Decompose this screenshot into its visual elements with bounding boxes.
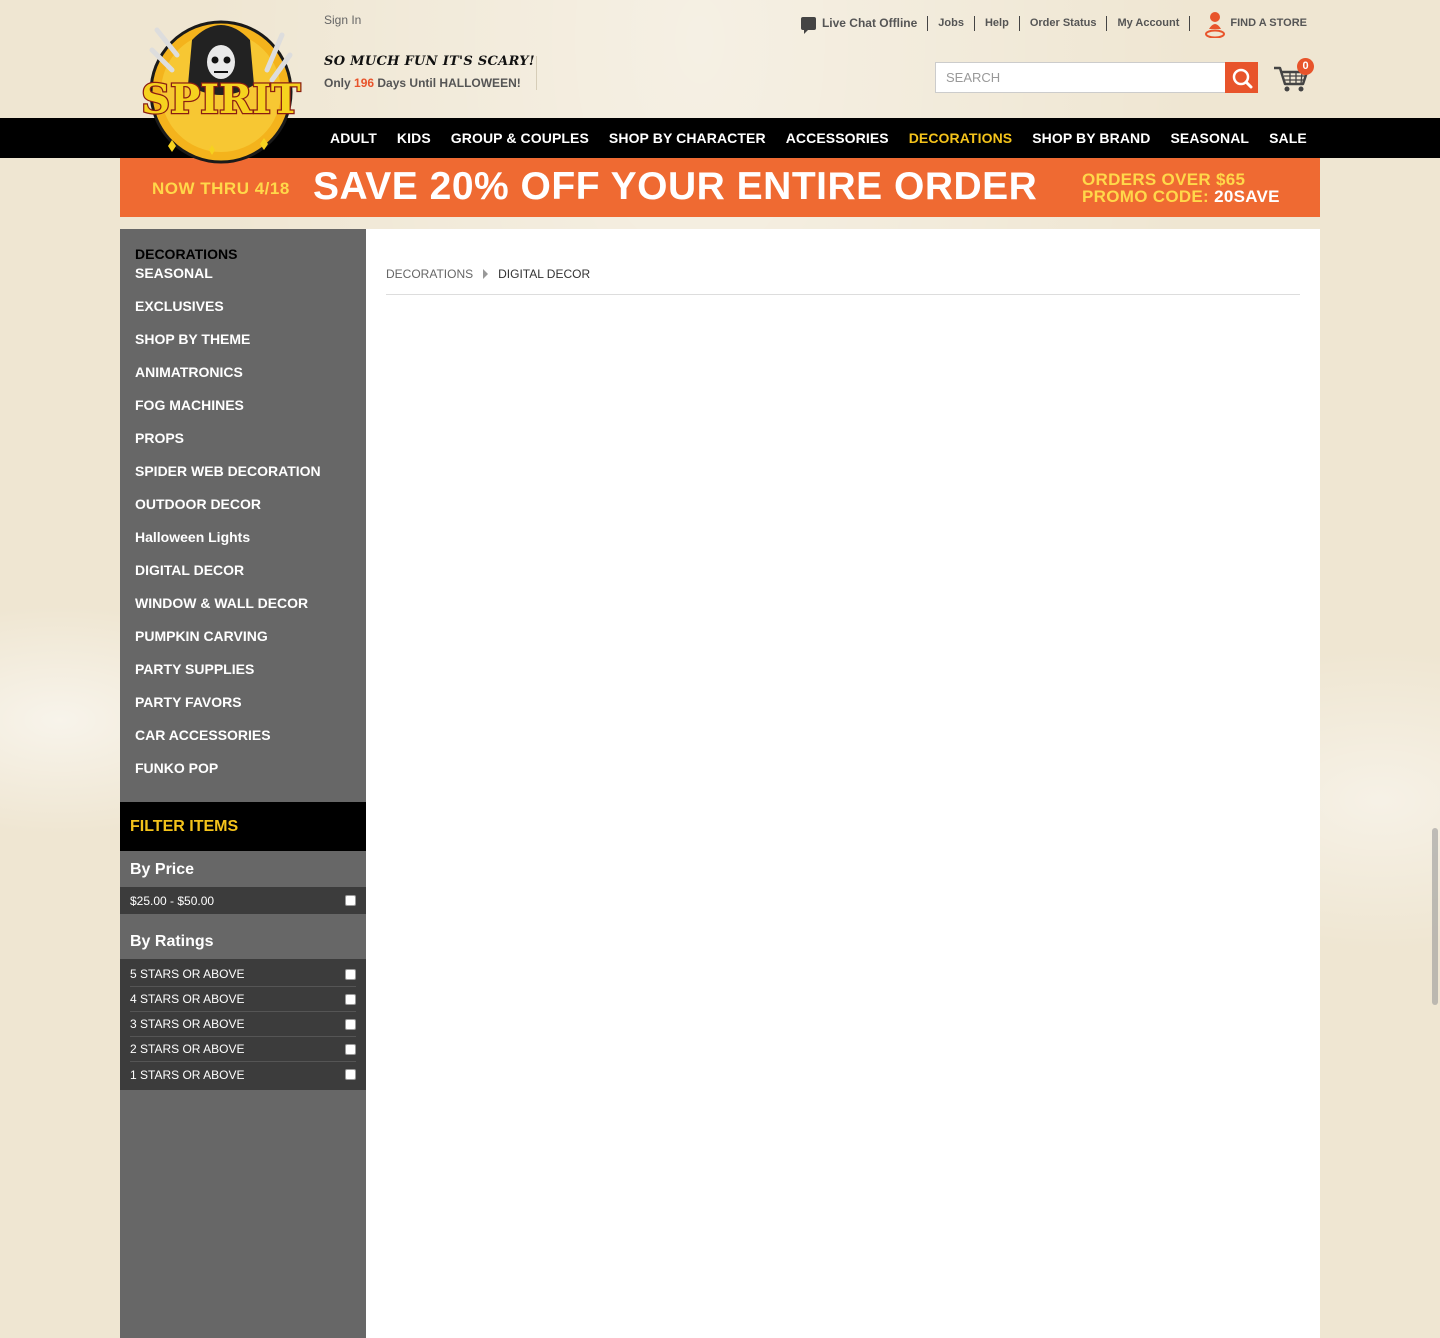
breadcrumb-separator-icon xyxy=(483,269,489,279)
search-button[interactable] xyxy=(1225,62,1258,93)
filter-items-heading: FILTER ITEMS xyxy=(120,802,366,851)
countdown-days: 196 xyxy=(354,76,375,90)
sidebar-category-list: SEASONAL EXCLUSIVES SHOP BY THEME ANIMATRON… xyxy=(135,265,321,793)
map-pin-icon xyxy=(1204,10,1226,39)
rating-filter-checkbox[interactable] xyxy=(345,968,356,980)
chat-bubble-icon xyxy=(800,16,816,34)
nav-item-group-couples[interactable]: GROUP & COUPLES xyxy=(441,130,599,146)
svg-text:SPIRIT: SPIRIT xyxy=(141,76,301,123)
search-input[interactable] xyxy=(936,63,1225,92)
category-sidebar: DECORATIONS SEASONAL EXCLUSIVES SHOP BY TH… xyxy=(120,229,366,1338)
rating-filter-checkbox[interactable] xyxy=(345,993,356,1005)
countdown-suffix: Days Until HALLOWEEN! xyxy=(377,76,521,90)
sidebar-heading[interactable]: DECORATIONS xyxy=(135,246,237,262)
search-icon xyxy=(1232,68,1252,88)
site-header: SPIRIT SPIRIT Sign In SO MUCH FUN IT'S S… xyxy=(0,0,1440,164)
rating-filter-option-label: 2 STARS OR ABOVE xyxy=(130,1042,245,1056)
sidebar-item-fog-machines[interactable]: FOG MACHINES xyxy=(135,397,321,430)
breadcrumb-divider xyxy=(386,294,1300,295)
rating-filter-option[interactable]: 3 STARS OR ABOVE xyxy=(130,1012,356,1037)
rating-filter-option[interactable]: 2 STARS OR ABOVE xyxy=(130,1037,356,1062)
halloween-countdown: Only 196 Days Until HALLOWEEN! xyxy=(324,76,521,90)
sidebar-item-funko-pop[interactable]: FUNKO POP xyxy=(135,760,321,793)
sidebar-item-window-wall-decor[interactable]: WINDOW & WALL DECOR xyxy=(135,595,321,628)
sidebar-item-car-accessories[interactable]: CAR ACCESSORIES xyxy=(135,727,321,760)
countdown-prefix: Only xyxy=(324,76,351,90)
price-filter-checkbox[interactable] xyxy=(345,895,356,906)
header-divider xyxy=(536,56,537,90)
nav-item-adult[interactable]: ADULT xyxy=(320,130,387,146)
sidebar-item-party-favors[interactable]: PARTY FAVORS xyxy=(135,694,321,727)
nav-item-seasonal[interactable]: SEASONAL xyxy=(1160,130,1259,146)
page-scrollbar[interactable] xyxy=(1432,828,1438,1005)
jobs-link[interactable]: Jobs xyxy=(928,15,975,31)
rating-filter-option-label: 3 STARS OR ABOVE xyxy=(130,1017,245,1031)
sidebar-item-outdoor-decor[interactable]: OUTDOOR DECOR xyxy=(135,496,321,529)
sidebar-item-animatronics[interactable]: ANIMATRONICS xyxy=(135,364,321,397)
sidebar-item-seasonal[interactable]: SEASONAL xyxy=(135,265,321,298)
nav-item-shop-by-brand[interactable]: SHOP BY BRAND xyxy=(1022,130,1160,146)
sidebar-item-shop-by-theme[interactable]: SHOP BY THEME xyxy=(135,331,321,364)
rating-filter-option-label: 1 STARS OR ABOVE xyxy=(130,1067,245,1082)
price-filter-options: $25.00 - $50.00 xyxy=(120,887,366,914)
order-status-link[interactable]: Order Status xyxy=(1020,15,1108,31)
breadcrumb-parent[interactable]: DECORATIONS xyxy=(386,267,473,281)
nav-item-sale[interactable]: SALE xyxy=(1259,130,1317,146)
nav-item-decorations[interactable]: DECORATIONS xyxy=(899,130,1023,146)
rating-filter-option[interactable]: 5 STARS OR ABOVE xyxy=(130,962,356,987)
find-store-link[interactable]: FIND A STORE xyxy=(1190,10,1307,39)
spirit-logo[interactable]: SPIRIT SPIRIT xyxy=(132,10,310,166)
promo-details: ORDERS OVER $65 PROMO CODE: 20SAVE xyxy=(1082,171,1280,205)
utility-links: Live Chat Offline Jobs Help Order Status… xyxy=(791,8,1307,39)
promo-headline: SAVE 20% OFF YOUR ENTIRE ORDER xyxy=(313,165,1038,208)
sidebar-item-halloween-lights[interactable]: Halloween Lights xyxy=(135,529,321,562)
sign-in-link[interactable]: Sign In xyxy=(324,13,361,27)
live-chat-label: Live Chat Offline xyxy=(821,15,918,30)
nav-menu: ADULT KIDS GROUP & COUPLES SHOP BY CHARACTE… xyxy=(320,118,1317,158)
promo-code-line: PROMO CODE: 20SAVE xyxy=(1082,188,1280,205)
price-filter-title[interactable]: By Price xyxy=(120,851,366,887)
sidebar-item-exclusives[interactable]: EXCLUSIVES xyxy=(135,298,321,331)
nav-item-kids[interactable]: KIDS xyxy=(387,130,441,146)
sidebar-item-party-supplies[interactable]: PARTY SUPPLIES xyxy=(135,661,321,694)
promo-code-label: PROMO CODE: xyxy=(1082,187,1210,206)
rating-filter-checkbox[interactable] xyxy=(345,1018,356,1030)
help-link[interactable]: Help xyxy=(975,15,1020,31)
rating-filter-option-label: 4 STARS OR ABOVE xyxy=(130,992,245,1006)
cart-count-badge: 0 xyxy=(1297,58,1314,75)
promo-dates: NOW THRU 4/18 xyxy=(152,179,290,198)
nav-item-accessories[interactable]: ACCESSORIES xyxy=(776,130,899,146)
price-filter-option[interactable]: $25.00 - $50.00 xyxy=(130,888,356,913)
main-content: DECORATIONS SEASONAL EXCLUSIVES SHOP BY TH… xyxy=(120,229,1320,1338)
sidebar-item-pumpkin-carving[interactable]: PUMPKIN CARVING xyxy=(135,628,321,661)
breadcrumb-current: DIGITAL DECOR xyxy=(498,267,591,281)
ratings-filter-title[interactable]: By Ratings xyxy=(120,923,366,959)
rating-filter-option[interactable]: 1 STARS OR ABOVE xyxy=(130,1062,356,1087)
breadcrumb: DECORATIONS DIGITAL DECOR xyxy=(386,267,590,281)
live-chat-link[interactable]: Live Chat Offline xyxy=(791,15,929,34)
nav-item-shop-by-character[interactable]: SHOP BY CHARACTER xyxy=(599,130,776,146)
rating-filter-checkbox[interactable] xyxy=(345,1069,356,1080)
my-account-link[interactable]: My Account xyxy=(1107,15,1191,31)
rating-filter-option-label: 5 STARS OR ABOVE xyxy=(130,967,245,981)
promo-banner[interactable]: NOW THRU 4/18 SAVE 20% OFF YOUR ENTIRE O… xyxy=(120,158,1320,217)
rating-filter-checkbox[interactable] xyxy=(345,1043,356,1055)
sidebar-item-props[interactable]: PROPS xyxy=(135,430,321,463)
promo-code: 20SAVE xyxy=(1214,187,1280,206)
search-field[interactable] xyxy=(935,62,1225,93)
ratings-filter-options: 5 STARS OR ABOVE 4 STARS OR ABOVE 3 STARS … xyxy=(120,959,366,1090)
promo-threshold: ORDERS OVER $65 xyxy=(1082,170,1246,189)
find-store-label: FIND A STORE xyxy=(1230,17,1307,29)
tagline: SO MUCH FUN IT'S SCARY! xyxy=(324,54,535,69)
sidebar-item-digital-decor[interactable]: DIGITAL DECOR xyxy=(135,562,321,595)
sidebar-item-spider-web-decoration[interactable]: SPIDER WEB DECORATION xyxy=(135,463,321,496)
price-filter-option-label: $25.00 - $50.00 xyxy=(130,893,215,908)
rating-filter-option[interactable]: 4 STARS OR ABOVE xyxy=(130,987,356,1012)
